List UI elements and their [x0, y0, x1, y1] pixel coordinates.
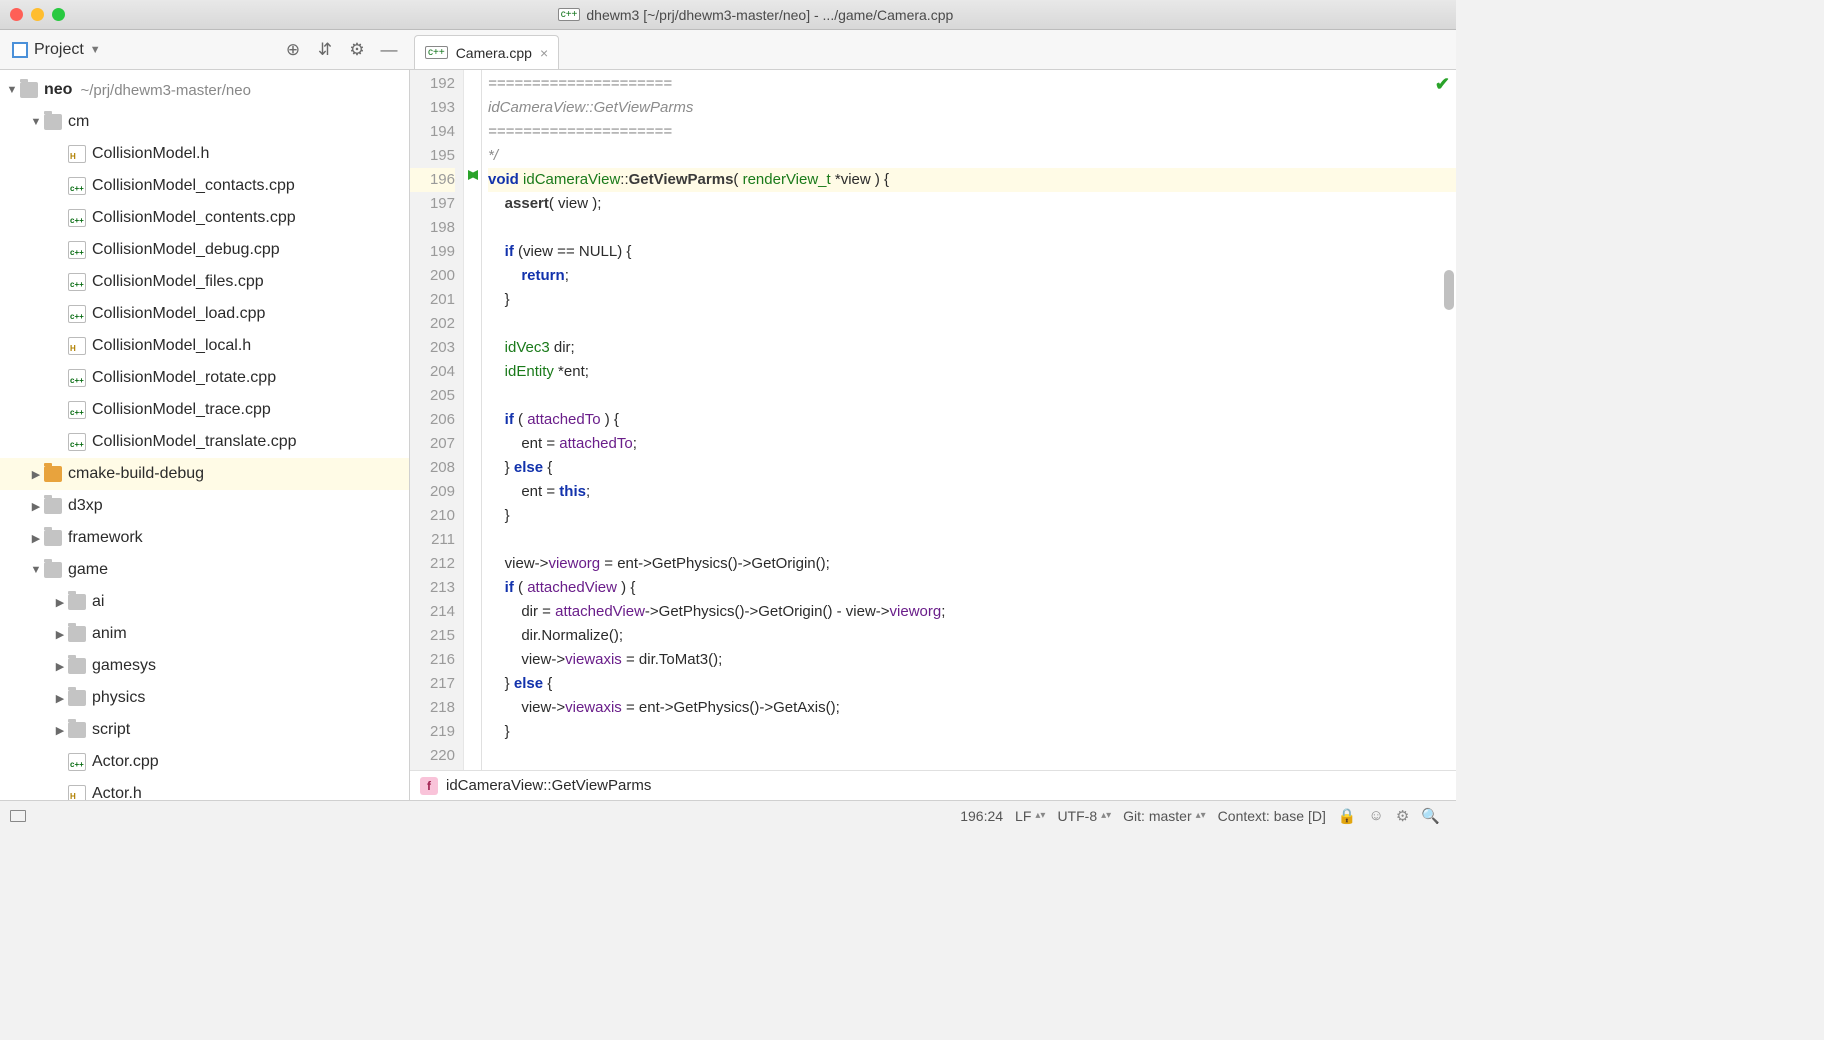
cpp-file-icon: c++	[68, 401, 86, 419]
cpp-file-icon: c++	[68, 433, 86, 451]
tree-item[interactable]: ▶c++Actor.cpp	[0, 746, 409, 778]
tree-item[interactable]: ▶script	[0, 714, 409, 746]
folder-icon	[44, 498, 62, 514]
cpp-file-icon: c++	[68, 753, 86, 771]
folder-icon	[44, 530, 62, 546]
locate-file-button[interactable]: ⊕	[280, 37, 306, 63]
inspection-ok-icon: ✔	[1435, 74, 1450, 95]
code-text[interactable]: =====================idCameraView::GetVi…	[482, 70, 1456, 770]
window-titlebar: c++ dhewm3 [~/prj/dhewm3-master/neo] - .…	[0, 0, 1456, 30]
tree-item[interactable]: ▶c++CollisionModel_contacts.cpp	[0, 170, 409, 202]
minimize-window-button[interactable]	[31, 8, 44, 21]
project-tree[interactable]: ▼neo~/prj/dhewm3-master/neo▼cm▶HCollisio…	[0, 70, 410, 800]
cpp-file-icon: c++	[558, 8, 581, 21]
editor-tabs: c++ Camera.cpp ×	[410, 30, 1456, 69]
inspector-icon[interactable]: ☺	[1369, 807, 1384, 824]
encoding[interactable]: UTF-8▴▾	[1057, 808, 1111, 824]
tree-item[interactable]: ▼game	[0, 554, 409, 586]
tree-item[interactable]: ▶physics	[0, 682, 409, 714]
search-icon[interactable]: 🔍	[1421, 807, 1440, 825]
ide-settings-icon[interactable]: ⚙	[1396, 807, 1409, 825]
tree-item[interactable]: ▶c++CollisionModel_files.cpp	[0, 266, 409, 298]
tree-item[interactable]: ▶c++CollisionModel_contents.cpp	[0, 202, 409, 234]
tree-item[interactable]: ▶c++CollisionModel_debug.cpp	[0, 234, 409, 266]
header-file-icon: H	[68, 337, 86, 355]
folder-icon	[68, 626, 86, 642]
folder-icon	[68, 690, 86, 706]
window-controls	[10, 8, 65, 21]
settings-gear-icon[interactable]: ⚙	[344, 37, 370, 63]
status-bar: 196:24 LF▴▾ UTF-8▴▾ Git: master▴▾ Contex…	[0, 800, 1456, 830]
tree-item[interactable]: ▶c++CollisionModel_rotate.cpp	[0, 362, 409, 394]
close-tab-icon[interactable]: ×	[540, 45, 548, 61]
tree-item[interactable]: ▶c++CollisionModel_translate.cpp	[0, 426, 409, 458]
window-title: dhewm3 [~/prj/dhewm3-master/neo] - .../g…	[586, 7, 953, 23]
editor: 1921931941951961971981992002012022032042…	[410, 70, 1456, 800]
hide-panel-button[interactable]: —	[376, 37, 402, 63]
close-window-button[interactable]	[10, 8, 23, 21]
tree-root[interactable]: ▼neo~/prj/dhewm3-master/neo	[0, 74, 409, 106]
caret-position[interactable]: 196:24	[960, 808, 1003, 824]
cpp-file-icon: c++	[68, 273, 86, 291]
cpp-file-icon: c++	[68, 209, 86, 227]
lock-icon[interactable]: 🔒	[1338, 807, 1357, 825]
cpp-file-icon: c++	[68, 369, 86, 387]
cpp-file-icon: c++	[68, 305, 86, 323]
project-tool-label[interactable]: Project	[34, 41, 84, 59]
chevron-down-icon[interactable]: ▼	[90, 44, 101, 56]
header-file-icon: H	[68, 145, 86, 163]
tree-item[interactable]: ▶HCollisionModel_local.h	[0, 330, 409, 362]
tree-item[interactable]: ▶cmake-build-debug	[0, 458, 409, 490]
project-tool-header: Project ▼ ⊕ ⇵ ⚙ —	[0, 30, 410, 69]
tree-item[interactable]: ▶HActor.h	[0, 778, 409, 800]
tree-item[interactable]: ▶d3xp	[0, 490, 409, 522]
cpp-file-icon: c++	[68, 241, 86, 259]
cpp-file-icon: c++	[425, 46, 448, 59]
breadcrumb-text[interactable]: idCameraView::GetViewParms	[446, 777, 651, 794]
folder-icon	[68, 658, 86, 674]
tree-item[interactable]: ▶c++CollisionModel_trace.cpp	[0, 394, 409, 426]
tree-item[interactable]: ▶gamesys	[0, 650, 409, 682]
tree-item[interactable]: ▼cm	[0, 106, 409, 138]
cpp-file-icon: c++	[68, 177, 86, 195]
folder-icon	[44, 562, 62, 578]
folder-icon	[44, 466, 62, 482]
tree-item[interactable]: ▶HCollisionModel.h	[0, 138, 409, 170]
header-file-icon: H	[68, 785, 86, 800]
line-number-gutter[interactable]: 1921931941951961971981992002012022032042…	[410, 70, 464, 770]
folder-icon	[44, 114, 62, 130]
line-separator[interactable]: LF▴▾	[1015, 808, 1045, 824]
breadcrumb-bar: f idCameraView::GetViewParms	[410, 770, 1456, 800]
maximize-window-button[interactable]	[52, 8, 65, 21]
project-icon	[12, 42, 28, 58]
folder-icon	[68, 594, 86, 610]
editor-tab-camera[interactable]: c++ Camera.cpp ×	[414, 35, 559, 69]
scrollbar-thumb[interactable]	[1444, 270, 1454, 310]
tree-item[interactable]: ▶framework	[0, 522, 409, 554]
context[interactable]: Context: base [D]	[1218, 808, 1326, 824]
fold-column[interactable]	[464, 70, 482, 770]
git-branch[interactable]: Git: master▴▾	[1123, 808, 1206, 824]
tree-item[interactable]: ▶anim	[0, 618, 409, 650]
tree-item[interactable]: ▶ai	[0, 586, 409, 618]
tab-filename: Camera.cpp	[456, 45, 532, 61]
folder-icon	[68, 722, 86, 738]
function-icon: f	[420, 777, 438, 795]
collapse-all-button[interactable]: ⇵	[312, 37, 338, 63]
tree-item[interactable]: ▶c++CollisionModel_load.cpp	[0, 298, 409, 330]
run-gutter-icon[interactable]	[466, 168, 480, 182]
tool-windows-icon[interactable]	[10, 810, 26, 822]
toolbar: Project ▼ ⊕ ⇵ ⚙ — c++ Camera.cpp ×	[0, 30, 1456, 70]
